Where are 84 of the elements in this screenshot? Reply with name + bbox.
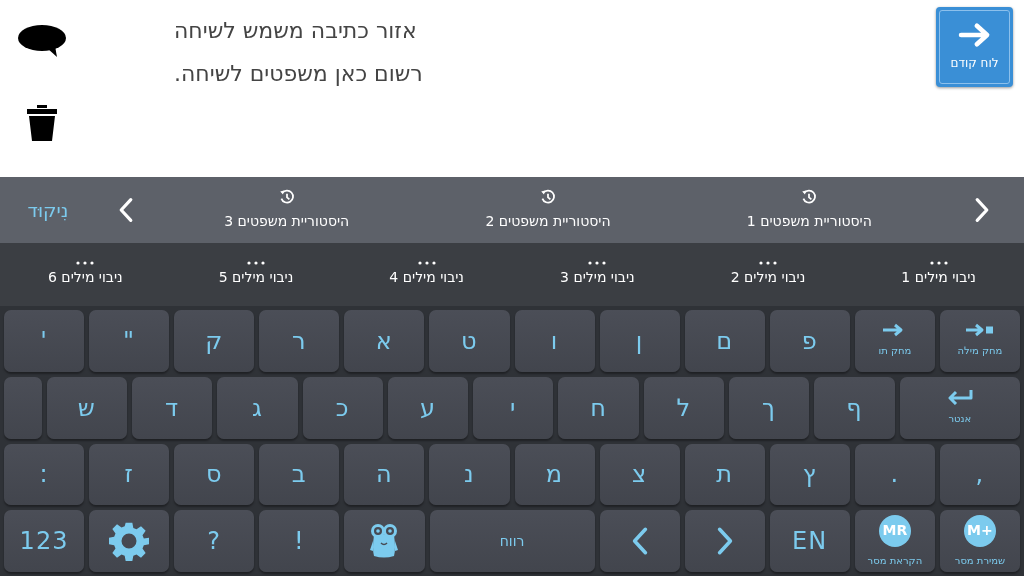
key[interactable]: ב <box>259 443 340 506</box>
arrow-bar-icon <box>964 323 995 338</box>
monster-icon <box>370 523 399 560</box>
key[interactable]: ? <box>174 510 255 572</box>
delete-key[interactable]: מחק תו <box>854 310 935 372</box>
key-caption: אנטר <box>948 412 972 427</box>
key[interactable]: ! <box>259 510 340 572</box>
memory-badge: MR <box>878 514 911 547</box>
chevron-right-icon <box>715 526 734 557</box>
key[interactable]: מ <box>514 443 595 506</box>
key[interactable]: ו <box>514 310 595 372</box>
return-icon <box>946 389 973 406</box>
settings-key[interactable] <box>89 510 170 572</box>
left-key[interactable] <box>599 510 680 572</box>
key-caption: הקראת מסר <box>867 553 923 568</box>
key[interactable]: EN <box>769 510 850 572</box>
key[interactable]: " <box>89 310 170 372</box>
text-line: אזור כתיבה משמש לשיחה <box>174 17 417 45</box>
history-item[interactable]: היסטוריית משפטים 2 <box>417 188 679 232</box>
more-icon <box>759 261 777 265</box>
history-item[interactable]: היסטוריית משפטים 3 <box>156 188 418 232</box>
more-icon <box>417 261 436 265</box>
right-key[interactable] <box>684 510 765 572</box>
key[interactable]: : <box>4 443 85 506</box>
key[interactable]: ש <box>46 376 128 439</box>
word-prediction[interactable]: ניבוי מילים 1 <box>853 243 1024 306</box>
key[interactable]: ה <box>344 443 425 506</box>
word-prediction[interactable]: ניבוי מילים 2 <box>682 243 854 306</box>
key[interactable]: ר <box>259 310 340 372</box>
settings-icon <box>109 521 150 562</box>
key-caption: שמירת מסר <box>954 553 1006 568</box>
key-caption: מחק תו <box>878 344 912 359</box>
key[interactable]: נ <box>429 443 510 506</box>
key[interactable]: ן <box>599 310 680 372</box>
more-icon <box>929 261 948 265</box>
history-item[interactable]: היסטוריית משפטים 1 <box>678 188 940 232</box>
key[interactable]: ז <box>89 443 170 506</box>
key[interactable]: ק <box>174 310 255 372</box>
chevron-left-icon <box>630 526 649 557</box>
key[interactable]: ל <box>643 376 724 439</box>
key[interactable]: ת <box>684 443 765 506</box>
word-prediction[interactable]: ניבוי מילים 4 <box>341 243 512 306</box>
emoji-key[interactable] <box>344 510 425 572</box>
more-icon <box>247 261 265 265</box>
enter-key[interactable]: אנטר <box>899 376 1020 439</box>
key[interactable]: 123 <box>4 510 85 572</box>
delete-key[interactable]: מחק מילה <box>939 310 1020 372</box>
history-icon <box>801 188 818 205</box>
word-prediction[interactable]: ניבוי מילים 6 <box>0 243 171 306</box>
word-prediction[interactable]: ניבוי מילים 5 <box>170 243 342 306</box>
key[interactable]: פ <box>769 310 850 372</box>
key[interactable]: א <box>344 310 425 372</box>
key[interactable]: ם <box>684 310 765 372</box>
word-prediction[interactable]: ניבוי מילים 3 <box>512 243 683 306</box>
key[interactable]: צ <box>599 443 680 506</box>
memory-badge: M+ <box>963 514 996 547</box>
key[interactable]: ד <box>132 376 213 439</box>
key[interactable]: ף <box>814 376 895 439</box>
more-icon <box>588 261 607 265</box>
key-caption: מחק מילה <box>957 344 1003 359</box>
key[interactable]: . <box>854 443 935 506</box>
key[interactable]: ח <box>558 376 639 439</box>
key[interactable]: ך <box>729 376 810 439</box>
key[interactable]: ט <box>429 310 510 372</box>
chevron-right-icon <box>974 196 990 224</box>
chevron-left-icon <box>118 196 134 224</box>
more-icon <box>76 261 95 265</box>
back-button[interactable]: לוח קודם <box>936 7 1013 87</box>
key[interactable]: ג <box>217 376 298 439</box>
speech-bubble-icon[interactable] <box>17 24 67 58</box>
key[interactable]: , <box>939 443 1020 506</box>
key[interactable]: ' <box>4 310 85 372</box>
space-key[interactable]: רווח <box>429 510 595 572</box>
history-icon <box>278 188 295 205</box>
key-caption: רווח <box>499 531 525 551</box>
text-line: רשום כאן משפטים לשיחה. <box>174 60 423 88</box>
key[interactable]: י <box>473 376 554 439</box>
niqqud-button[interactable]: נִיקוּד <box>0 195 96 225</box>
trash-icon[interactable] <box>26 104 58 142</box>
key[interactable]: ע <box>387 376 469 439</box>
key[interactable]: כ <box>302 376 383 439</box>
history-icon <box>540 188 556 205</box>
key[interactable]: ץ <box>769 443 850 506</box>
key[interactable]: ס <box>174 443 255 506</box>
